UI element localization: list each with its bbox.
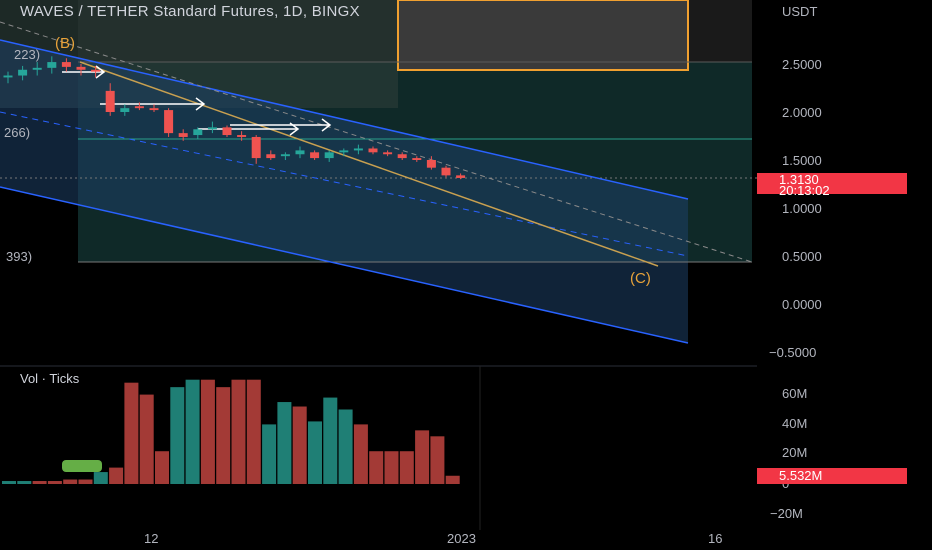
last-volume-tag: 5.532M <box>757 468 907 484</box>
price-tick-1-0: 1.0000 <box>782 201 822 216</box>
candle <box>441 167 451 176</box>
volume-bar <box>384 451 399 484</box>
candle <box>134 106 144 109</box>
volume-bar <box>78 479 93 484</box>
time-label-12: 12 <box>144 531 159 546</box>
volume-bar <box>139 394 154 484</box>
volume-bar <box>292 406 307 484</box>
candle <box>120 108 130 112</box>
volume-bar <box>353 424 368 484</box>
bar-countdown: 20:13:02 <box>779 183 830 198</box>
candle <box>164 110 174 134</box>
volume-tick-neg-20m: −20M <box>770 506 803 521</box>
candle <box>412 158 422 160</box>
volume-bar <box>246 379 261 484</box>
volume-bar <box>262 424 277 484</box>
candle <box>426 160 436 168</box>
candle <box>193 129 203 136</box>
price-tick-neg-0-5: −0.5000 <box>769 345 817 360</box>
candle <box>3 75 13 78</box>
highlight-box <box>397 0 689 71</box>
volume-tick-20m: 20M <box>782 445 808 460</box>
wave-label-b: (B) <box>55 35 75 52</box>
volume-tick-60m: 60M <box>782 386 808 401</box>
volume-bar <box>170 387 185 484</box>
volume-bar <box>200 379 215 484</box>
price-tick-1-5: 1.5000 <box>782 153 822 168</box>
candle <box>295 150 305 155</box>
volume-bar <box>277 402 292 484</box>
candle <box>266 154 276 159</box>
volume-tick-40m: 40M <box>782 416 808 431</box>
volume-legend[interactable]: Vol · Ticks <box>20 371 79 386</box>
candle <box>324 152 334 159</box>
volume-bar <box>32 481 47 484</box>
wave-label-c: (C) <box>630 270 651 287</box>
volume-bar <box>47 481 62 484</box>
candle <box>149 108 159 111</box>
volume-bar <box>369 451 384 484</box>
volume-bar <box>430 436 445 484</box>
candle <box>310 152 320 159</box>
candle <box>47 62 57 68</box>
candle <box>207 127 217 130</box>
candle <box>339 150 349 153</box>
price-tick-2-0: 2.0000 <box>782 105 822 120</box>
candle <box>18 69 28 76</box>
volume-bar <box>323 397 338 484</box>
candle <box>105 90 115 112</box>
volume-bar <box>109 467 124 484</box>
fib-label-3: 393) <box>6 249 33 264</box>
candle <box>222 127 232 136</box>
volume-bar <box>155 451 169 484</box>
symbol-title[interactable]: WAVES / TETHER Standard Futures, 1D, BIN… <box>20 3 360 20</box>
volume-bar <box>185 379 200 484</box>
volume-ma-marker <box>62 460 102 472</box>
volume-bar <box>231 379 246 484</box>
candle <box>32 67 42 70</box>
volume-bar <box>2 481 16 484</box>
volume-bar <box>308 421 322 484</box>
time-label-2023: 2023 <box>447 531 476 546</box>
volume-bar <box>445 475 460 484</box>
volume-bar <box>415 430 430 484</box>
candle <box>456 175 466 178</box>
price-tick-2-5: 2.5000 <box>782 57 822 72</box>
fib-label-2: 266) <box>4 125 31 140</box>
candle <box>280 154 290 157</box>
candle <box>353 148 363 151</box>
volume-bar <box>124 382 139 484</box>
volume-bar <box>216 387 231 484</box>
volume-bar <box>93 472 108 484</box>
candle <box>91 69 101 72</box>
price-tick-0-5: 0.5000 <box>782 249 822 264</box>
candle <box>251 136 261 159</box>
price-tick-0-0: 0.0000 <box>782 297 822 312</box>
candle <box>178 133 188 137</box>
time-label-16: 16 <box>708 531 723 546</box>
candle <box>237 135 247 137</box>
volume-bar <box>399 451 414 484</box>
volume-bar <box>17 481 32 484</box>
candle <box>397 154 407 159</box>
candle <box>383 152 393 155</box>
volume-bar <box>338 409 353 484</box>
currency-label: USDT <box>782 4 818 19</box>
candle <box>76 66 86 70</box>
candle <box>61 62 71 67</box>
volume-bar <box>63 479 78 484</box>
candle <box>368 148 378 153</box>
fib-label-1: 223) <box>14 47 41 62</box>
last-price-tag: 1.3130 20:13:02 <box>757 173 907 198</box>
